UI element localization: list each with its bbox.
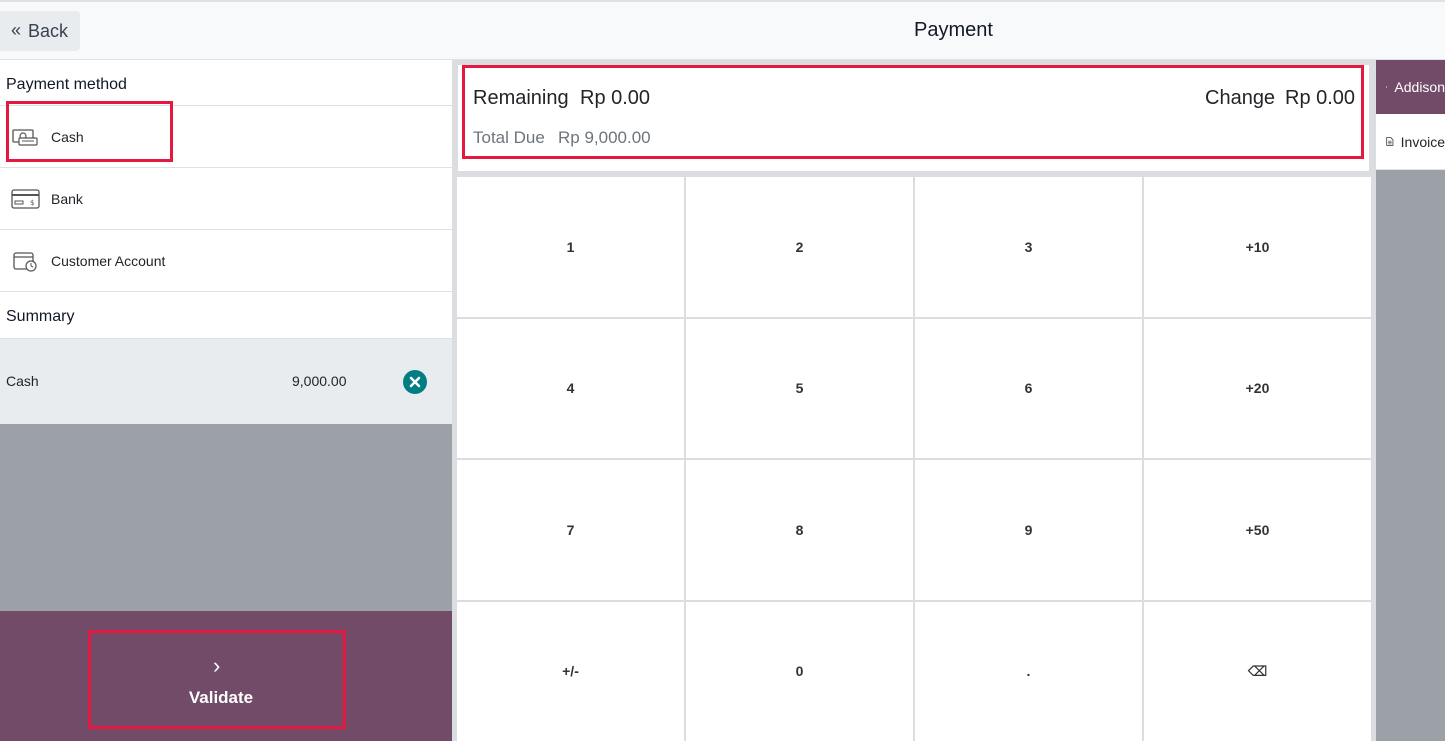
numpad-key-9[interactable]: 9 [915, 460, 1142, 600]
svg-text:$: $ [30, 199, 34, 207]
numpad-key-4[interactable]: 4 [457, 318, 684, 458]
summary-payment-line[interactable]: Cash 9,000.00 [0, 338, 452, 424]
file-icon [1386, 137, 1394, 146]
total-due-value: Rp 9,000.00 [558, 128, 651, 147]
double-chevron-left-icon: « [11, 20, 22, 40]
payment-method-title: Payment method [6, 76, 127, 93]
top-bar: « Back Payment [0, 0, 1445, 60]
user-icon [1386, 86, 1388, 88]
back-label: Back [28, 20, 69, 41]
validate-label: Validate [188, 688, 254, 707]
validate-button[interactable]: › Validate [0, 611, 452, 741]
numpad-key-3[interactable]: 3 [915, 177, 1142, 317]
numpad-key-plus-minus[interactable]: +/- [457, 601, 684, 741]
payment-method-label: Bank [51, 190, 83, 207]
change-value: Rp 0.00 [1285, 87, 1356, 109]
remaining-label: Remaining [473, 87, 569, 109]
numpad-key-plus20[interactable]: +20 [1144, 318, 1371, 458]
numpad-key-0[interactable]: 0 [686, 601, 913, 741]
payment-method-cash[interactable]: Cash [0, 105, 452, 167]
summary-title: Summary [6, 308, 75, 325]
payment-right-panel: Addison Invoice [1376, 60, 1445, 741]
chevron-right-icon: › [213, 653, 221, 678]
payment-center-panel: Remaining Rp 0.00 Change Rp 0.00 Total D… [452, 60, 1376, 741]
payment-status: Remaining Rp 0.00 Change Rp 0.00 Total D… [458, 65, 1369, 171]
numpad-key-6[interactable]: 6 [915, 318, 1142, 458]
payment-method-customer-account[interactable]: Customer Account [0, 229, 452, 291]
empty-area [0, 424, 452, 611]
numpad-key-1[interactable]: 1 [457, 177, 684, 317]
payment-method-bank[interactable]: $ Bank [0, 167, 452, 229]
numpad-key-7[interactable]: 7 [457, 460, 684, 600]
numpad-key-8[interactable]: 8 [686, 460, 913, 600]
cash-icon [12, 128, 38, 146]
bank-card-icon: $ [11, 188, 40, 209]
back-button[interactable]: « Back [0, 11, 80, 51]
numpad-key-backspace[interactable]: ⌫ [1144, 601, 1371, 741]
payment-left-panel: Payment method Cash $ Bank Customer Acco… [0, 60, 452, 741]
numpad-key-plus50[interactable]: +50 [1144, 460, 1371, 600]
remove-payment-button[interactable] [403, 370, 427, 394]
payment-method-label: Cash [51, 128, 84, 145]
invoice-button[interactable]: Invoice [1376, 114, 1445, 170]
summary-amount: 9,000.00 [292, 373, 347, 389]
remaining-value: Rp 0.00 [580, 87, 651, 109]
total-due-label: Total Due [473, 128, 545, 147]
numpad: 1 2 3 +10 4 5 6 +20 7 8 9 +50 +/- 0 . ⌫ [457, 177, 1371, 741]
numpad-key-decimal[interactable]: . [915, 601, 1142, 741]
summary-method-name: Cash [6, 373, 39, 389]
close-icon [409, 376, 421, 388]
wallet-clock-icon [13, 251, 37, 272]
page-title: Payment [914, 19, 993, 41]
numpad-key-5[interactable]: 5 [686, 318, 913, 458]
customer-name: Addison [1394, 79, 1445, 95]
customer-button[interactable]: Addison [1376, 60, 1445, 114]
payment-method-label: Customer Account [51, 252, 166, 269]
change-label: Change [1205, 87, 1276, 109]
numpad-key-plus10[interactable]: +10 [1144, 177, 1371, 317]
invoice-label: Invoice [1400, 133, 1445, 150]
divider [0, 291, 452, 292]
numpad-key-2[interactable]: 2 [686, 177, 913, 317]
